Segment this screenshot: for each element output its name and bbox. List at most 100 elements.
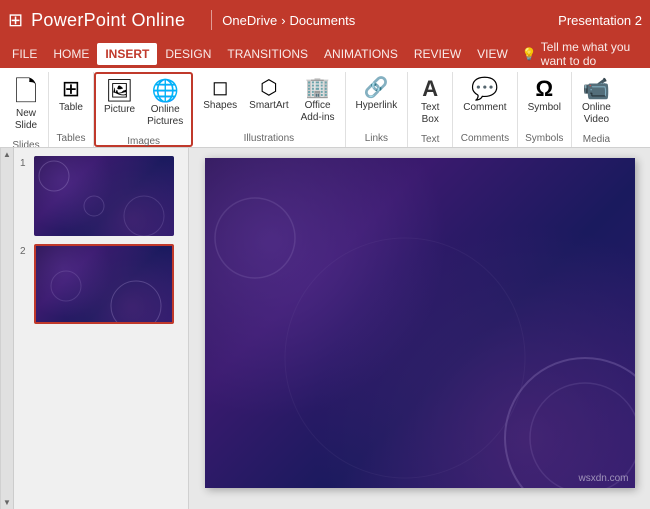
menu-insert[interactable]: INSERT xyxy=(97,43,157,65)
smartart-label: SmartArt xyxy=(249,100,288,112)
images-group-label: Images xyxy=(127,134,160,148)
menu-transitions[interactable]: TRANSITIONS xyxy=(219,43,316,65)
comment-label: Comment xyxy=(463,102,506,114)
breadcrumb: OneDrive › Documents xyxy=(222,13,355,28)
ribbon-buttons-tables: ⊞ Table xyxy=(53,72,89,131)
text-group-label: Text xyxy=(421,132,439,148)
ribbon-buttons-comments: 💬 Comment xyxy=(457,72,512,131)
scroll-up-arrow[interactable]: ▲ xyxy=(3,150,11,159)
shapes-icon: ◻ xyxy=(212,78,229,98)
title-bar: ⊞ PowerPoint Online OneDrive › Documents… xyxy=(0,0,650,40)
online-pictures-label: OnlinePictures xyxy=(147,104,183,128)
menu-animations[interactable]: ANIMATIONS xyxy=(316,43,406,65)
links-group-label: Links xyxy=(365,131,388,147)
ribbon-group-comments: 💬 Comment Comments xyxy=(453,72,517,147)
comment-icon: 💬 xyxy=(471,78,498,100)
office-addins-icon: 🏢 xyxy=(305,78,330,98)
ribbon-buttons-slides: 🗋 NewSlide xyxy=(8,72,44,138)
table-label: Table xyxy=(59,102,83,114)
ribbon-group-links: 🔗 Hyperlink Links xyxy=(346,72,409,147)
symbol-icon: Ω xyxy=(535,78,553,100)
ribbon-group-symbols: Ω Symbol Symbols xyxy=(518,72,572,147)
menu-home[interactable]: HOME xyxy=(45,43,97,65)
ribbon-group-media: 📹 OnlineVideo Media xyxy=(572,72,621,147)
slide-panel: 1 2 xyxy=(14,148,189,509)
slide-preview-1[interactable] xyxy=(34,156,174,236)
online-video-icon: 📹 xyxy=(583,78,610,100)
ribbon-buttons-symbols: Ω Symbol xyxy=(522,72,567,131)
ribbon-buttons-media: 📹 OnlineVideo xyxy=(576,72,617,132)
online-video-label: OnlineVideo xyxy=(582,102,611,126)
smartart-button[interactable]: ⬡ SmartArt xyxy=(243,74,294,116)
slides-group-label: Slides xyxy=(12,138,39,148)
ribbon: 🗋 NewSlide Slides ⊞ Table Tables 🖼 Pictu… xyxy=(0,68,650,148)
ribbon-buttons-links: 🔗 Hyperlink xyxy=(350,72,404,131)
ribbon-group-slides: 🗋 NewSlide Slides xyxy=(4,72,49,147)
scroll-track xyxy=(3,159,11,498)
symbol-label: Symbol xyxy=(528,102,561,114)
breadcrumb-docs[interactable]: Documents xyxy=(290,13,356,28)
media-group-label: Media xyxy=(583,132,610,148)
hyperlink-icon: 🔗 xyxy=(364,78,389,98)
watermark: wsxdn.com xyxy=(578,473,628,484)
slide-thumb-1: 1 xyxy=(20,156,182,236)
tell-me-label: Tell me what you want to do xyxy=(541,40,640,68)
ribbon-group-tables: ⊞ Table Tables xyxy=(49,72,94,147)
picture-label: Picture xyxy=(104,104,135,116)
main-area: ▲ ▼ 1 2 xyxy=(0,148,650,509)
scroll-down-arrow[interactable]: ▼ xyxy=(3,498,11,507)
presentation-name[interactable]: Presentation 2 xyxy=(558,13,642,28)
office-addins-button[interactable]: 🏢 OfficeAdd-ins xyxy=(295,74,341,128)
ribbon-buttons-illustrations: ◻ Shapes ⬡ SmartArt 🏢 OfficeAdd-ins xyxy=(197,72,340,131)
menu-view[interactable]: VIEW xyxy=(469,43,516,65)
comment-button[interactable]: 💬 Comment xyxy=(457,74,512,118)
tables-group-label: Tables xyxy=(57,131,86,147)
picture-icon: 🖼 xyxy=(106,80,134,102)
ribbon-group-text: A TextBox Text xyxy=(408,72,453,147)
textbox-button[interactable]: A TextBox xyxy=(412,74,448,130)
illustrations-group-label: Illustrations xyxy=(244,131,295,147)
slide-thumb-2: 2 xyxy=(20,244,182,324)
ribbon-group-illustrations: ◻ Shapes ⬡ SmartArt 🏢 OfficeAdd-ins Illu… xyxy=(193,72,345,147)
ribbon-group-images: 🖼 Picture 🌐 OnlinePictures Images xyxy=(94,72,193,147)
tell-me-input[interactable]: 💡 Tell me what you want to do xyxy=(516,38,646,70)
lightbulb-icon: 💡 xyxy=(522,47,537,61)
new-slide-icon: 🗋 xyxy=(15,78,38,106)
table-button[interactable]: ⊞ Table xyxy=(53,74,89,118)
smartart-icon: ⬡ xyxy=(260,78,277,98)
new-slide-label: NewSlide xyxy=(15,108,37,132)
slide-canvas[interactable]: wsxdn.com xyxy=(205,158,635,488)
menu-review[interactable]: REVIEW xyxy=(406,43,469,65)
menu-design[interactable]: DESIGN xyxy=(157,43,219,65)
shapes-button[interactable]: ◻ Shapes xyxy=(197,74,243,116)
breadcrumb-sep: › xyxy=(281,13,285,28)
menu-bar: FILE HOME INSERT DESIGN TRANSITIONS ANIM… xyxy=(0,40,650,68)
app-title: PowerPoint Online xyxy=(31,10,185,31)
shapes-label: Shapes xyxy=(203,100,237,112)
online-pictures-button[interactable]: 🌐 OnlinePictures xyxy=(141,76,189,132)
waffle-icon[interactable]: ⊞ xyxy=(8,10,23,31)
menu-file[interactable]: FILE xyxy=(4,43,45,65)
textbox-icon: A xyxy=(422,78,438,100)
picture-button[interactable]: 🖼 Picture xyxy=(98,76,141,120)
table-icon: ⊞ xyxy=(62,78,80,100)
slide-num-2: 2 xyxy=(20,246,30,257)
symbols-group-label: Symbols xyxy=(525,131,563,147)
vertical-scrollbar[interactable]: ▲ ▼ xyxy=(0,148,14,509)
slide-preview-2[interactable] xyxy=(34,244,174,324)
new-slide-button[interactable]: 🗋 NewSlide xyxy=(8,74,44,136)
online-video-button[interactable]: 📹 OnlineVideo xyxy=(576,74,617,130)
hyperlink-button[interactable]: 🔗 Hyperlink xyxy=(350,74,404,116)
ribbon-buttons-images: 🖼 Picture 🌐 OnlinePictures xyxy=(98,74,189,134)
online-pictures-icon: 🌐 xyxy=(151,80,178,102)
textbox-label: TextBox xyxy=(421,102,439,126)
title-divider xyxy=(211,10,212,30)
ribbon-buttons-text: A TextBox xyxy=(412,72,448,132)
breadcrumb-onedrive[interactable]: OneDrive xyxy=(222,13,277,28)
symbol-button[interactable]: Ω Symbol xyxy=(522,74,567,118)
content-area: wsxdn.com xyxy=(189,148,650,509)
hyperlink-label: Hyperlink xyxy=(356,100,398,112)
comments-group-label: Comments xyxy=(461,131,509,147)
slide-num-1: 1 xyxy=(20,158,30,169)
office-addins-label: OfficeAdd-ins xyxy=(301,100,335,124)
